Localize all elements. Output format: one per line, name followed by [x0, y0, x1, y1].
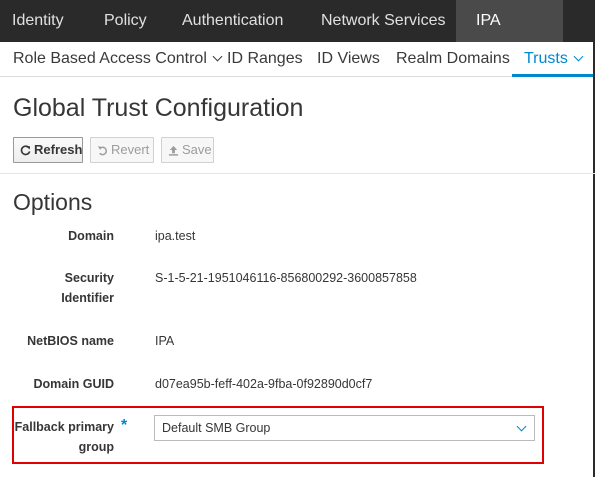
security-identifier-label-line1: Security [64, 271, 114, 285]
revert-button-label: Revert [111, 142, 150, 157]
domain-value: ipa.test [155, 229, 196, 243]
security-identifier-value: S-1-5-21-1951046116-856800292-3600857858 [155, 271, 417, 285]
refresh-icon [20, 145, 31, 156]
domain-guid-value: d07ea95b-feff-402a-9fba-0f92890d0cf7 [155, 377, 373, 391]
subnav-tab-rbac-label: Role Based Access Control [13, 50, 207, 67]
fallback-group-label-line1: Fallback primary [14, 420, 114, 434]
domain-guid-label: Domain GUID [33, 377, 114, 391]
page-title: Global Trust Configuration [13, 94, 304, 122]
revert-button[interactable]: Revert [90, 137, 154, 163]
required-indicator: * [121, 417, 128, 434]
sub-navigation: Role Based Access Control ID Ranges ID V… [0, 42, 595, 77]
subnav-tab-id-views[interactable]: ID Views [305, 42, 392, 77]
nav-tab-ipa-server[interactable]: IPA Server [456, 0, 563, 71]
subnav-tab-rbac[interactable]: Role Based Access Control [1, 42, 233, 77]
netbios-label: NetBIOS name [27, 334, 114, 348]
fallback-group-selected-value: Default SMB Group [162, 421, 271, 435]
section-title: Options [13, 189, 93, 215]
subnav-tab-realm-domains[interactable]: Realm Domains [384, 42, 522, 77]
subnav-tab-trusts[interactable]: Trusts [512, 42, 594, 77]
subnav-tab-trusts-label: Trusts [524, 50, 568, 67]
nav-tab-identity[interactable]: Identity [0, 0, 76, 42]
refresh-button-label: Refresh [34, 142, 83, 157]
top-navigation: Identity Policy Authentication Network S… [0, 0, 595, 71]
nav-tab-policy[interactable]: Policy [92, 0, 159, 42]
nav-tab-authentication[interactable]: Authentication [170, 0, 295, 42]
refresh-button[interactable]: Refresh [13, 137, 83, 163]
chevron-down-icon [573, 51, 584, 62]
security-identifier-label: Security Identifier [20, 268, 114, 308]
save-button-label: Save [182, 142, 212, 157]
save-button[interactable]: Save [161, 137, 214, 163]
subnav-tab-id-ranges[interactable]: ID Ranges [215, 42, 315, 77]
fallback-group-select[interactable]: Default SMB Group [154, 415, 535, 441]
divider [0, 173, 595, 174]
security-identifier-label-line2: Identifier [61, 291, 114, 305]
chevron-down-icon [516, 421, 527, 432]
domain-label: Domain [68, 229, 114, 243]
nav-tab-network-services[interactable]: Network Services [309, 0, 457, 42]
undo-icon [97, 146, 107, 156]
upload-icon [168, 145, 179, 156]
netbios-value: IPA [155, 334, 175, 348]
fallback-group-label-line2: group [78, 440, 114, 454]
fallback-group-label: Fallback primary group [14, 417, 114, 457]
